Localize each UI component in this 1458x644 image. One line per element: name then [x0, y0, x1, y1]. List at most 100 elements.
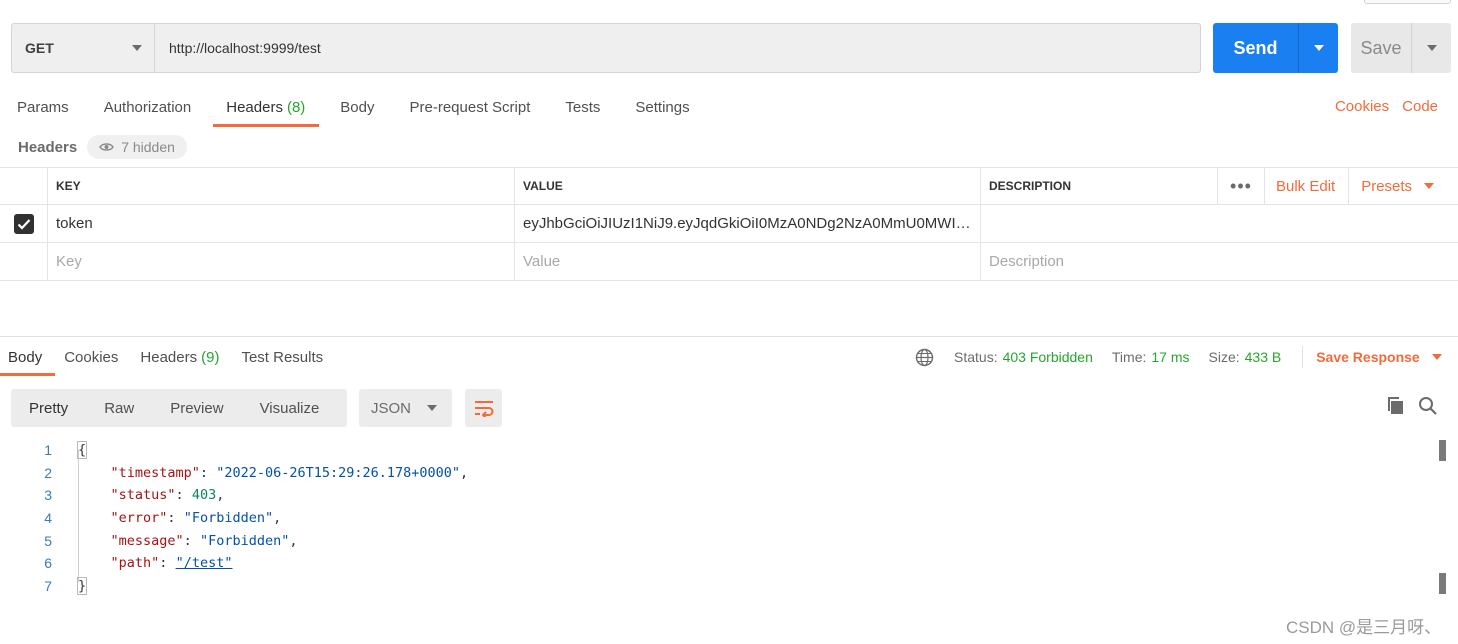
tab-settings[interactable]: Settings [618, 88, 707, 126]
tab-label: Settings [635, 98, 690, 116]
json-key: "error" [110, 510, 168, 527]
header-value-cell[interactable]: eyJhbGciOiJIUzI1NiJ9.eyJqdGkiOiI0MzA0NDg… [515, 205, 981, 242]
code-link[interactable]: Code [1402, 98, 1438, 115]
time-value[interactable]: 17 ms [1151, 349, 1189, 365]
cookies-link[interactable]: Cookies [1335, 98, 1389, 115]
tab-params[interactable]: Params [0, 88, 87, 126]
request-right-links: Cookies Code [1335, 98, 1438, 115]
code-line: 1{ [0, 439, 1458, 462]
headers-table: KEY VALUE DESCRIPTION ••• Bulk Edit Pres… [0, 167, 1458, 281]
globe-icon[interactable] [915, 348, 934, 367]
response-tabs: Body Cookies Headers (9) Test Results [0, 340, 336, 376]
format-visualize[interactable]: Visualize [242, 389, 338, 427]
table-row: token eyJhbGciOiJIUzI1NiJ9.eyJqdGkiOiI0M… [0, 205, 1458, 243]
tab-authorization[interactable]: Authorization [87, 88, 210, 126]
tab-label: Test Results [241, 348, 324, 366]
tab-label: Tests [565, 98, 601, 116]
status-value[interactable]: 403 Forbidden [1003, 349, 1093, 365]
header-key-cell[interactable]: token [48, 205, 515, 242]
response-tab-cookies[interactable]: Cookies [55, 340, 131, 374]
format-pretty[interactable]: Pretty [11, 389, 86, 427]
line-number: 2 [44, 464, 52, 481]
new-description-input[interactable]: Description [981, 243, 1458, 280]
save-button[interactable]: Save [1351, 23, 1412, 73]
row-checkbox[interactable] [13, 213, 34, 234]
new-key-input[interactable]: Key [48, 243, 515, 280]
tab-count: (9) [201, 348, 220, 366]
code-line: 4 "error": "Forbidden", [0, 507, 1458, 530]
eye-icon [99, 143, 115, 151]
scrollbar-thumb-bottom[interactable] [1439, 573, 1446, 594]
size-value[interactable]: 433 B [1245, 349, 1282, 365]
checkmark-icon [17, 218, 30, 230]
time-label: Time: [1111, 349, 1147, 365]
table-tools: ••• Bulk Edit Presets [1217, 168, 1435, 204]
new-value-input[interactable]: Value [515, 243, 981, 280]
bulk-edit-button[interactable]: Bulk Edit [1265, 168, 1350, 204]
json-field: "status": 403, [110, 487, 225, 504]
save-button-group: Save [1351, 23, 1451, 73]
format-raw[interactable]: Raw [86, 389, 152, 427]
tab-label: Params [17, 98, 69, 116]
json-link-value[interactable]: "/test" [176, 555, 233, 571]
line-number: 4 [44, 510, 52, 527]
presets-button[interactable]: Presets [1349, 178, 1435, 195]
json-value: "Forbidden" [199, 532, 290, 549]
code-line: 2 "timestamp": "2022-06-26T15:29:26.178+… [0, 462, 1458, 485]
column-value: VALUE [515, 168, 981, 204]
request-tabs: Params Authorization Headers (8) Body Pre… [0, 88, 708, 128]
json-key: "path" [110, 555, 160, 572]
response-tab-test-results[interactable]: Test Results [232, 340, 336, 374]
tab-label: Authorization [103, 98, 192, 116]
response-tab-body[interactable]: Body [0, 340, 56, 376]
wrap-lines-icon [474, 401, 493, 417]
search-icon[interactable] [1418, 396, 1438, 416]
chevron-down-icon [1424, 183, 1435, 189]
row-checkbox-cell [0, 205, 48, 242]
code-line: 7} [0, 575, 1458, 598]
scrollbar-thumb-top[interactable] [1439, 440, 1446, 461]
tab-label: Pre-request Script [409, 98, 531, 116]
watermark: CSDN @是三月呀、 [1286, 618, 1442, 637]
code-line: 6 "path": "/test" [0, 552, 1458, 575]
tab-label: Body [8, 348, 43, 366]
json-value: "2022-06-26T15:29:26.178+0000" [216, 464, 461, 481]
save-options-button[interactable] [1412, 23, 1451, 73]
send-options-button[interactable] [1299, 23, 1338, 73]
headers-section-title: Headers [18, 138, 78, 156]
row-checkbox-cell [0, 243, 48, 280]
tab-label: Headers [226, 98, 283, 116]
open-brace: { [76, 441, 88, 460]
save-response-button[interactable]: Save Response [1302, 346, 1442, 368]
header-description-cell[interactable] [981, 205, 1458, 242]
wrap-lines-button[interactable] [465, 389, 502, 427]
tab-count: (8) [286, 98, 306, 116]
response-body-editor[interactable]: 1{ 2 "timestamp": "2022-06-26T15:29:26.1… [0, 439, 1458, 597]
tab-body[interactable]: Body [323, 88, 392, 126]
column-key: KEY [48, 168, 515, 204]
method-label: GET [25, 40, 54, 56]
method-select[interactable]: GET [12, 24, 155, 72]
json-key: "status" [110, 487, 176, 504]
more-options-icon[interactable]: ••• [1217, 168, 1265, 204]
chevron-down-icon [1313, 45, 1324, 51]
tab-headers[interactable]: Headers (8) [209, 88, 323, 127]
table-header-row: KEY VALUE DESCRIPTION ••• Bulk Edit Pres… [0, 167, 1458, 205]
json-field: "path": "/test" [110, 555, 233, 572]
format-tabs: Pretty Raw Preview Visualize [11, 389, 347, 427]
response-tab-headers[interactable]: Headers (9) [131, 340, 232, 374]
tab-tests[interactable]: Tests [548, 88, 618, 126]
send-button-group: Send [1213, 23, 1338, 73]
json-value: "Forbidden" [183, 510, 274, 527]
language-select[interactable]: JSON [359, 389, 452, 427]
pane-divider[interactable] [0, 336, 1458, 337]
status-label: Status: [954, 349, 998, 365]
hidden-headers-toggle[interactable]: 7 hidden [87, 135, 187, 159]
json-key: "timestamp" [110, 464, 200, 481]
send-button[interactable]: Send [1213, 23, 1299, 73]
copy-icon[interactable] [1386, 396, 1406, 416]
tab-pre-request-script[interactable]: Pre-request Script [393, 88, 549, 126]
format-preview[interactable]: Preview [152, 389, 241, 427]
chevron-down-icon [132, 45, 142, 51]
url-input[interactable]: http://localhost:9999/test [155, 24, 1200, 72]
